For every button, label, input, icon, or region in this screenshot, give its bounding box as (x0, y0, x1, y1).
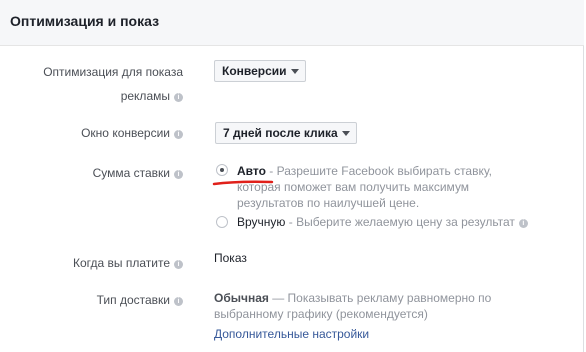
conversion-window-dropdown[interactable]: 7 дней после клика (215, 122, 357, 144)
section-title: Оптимизация и показ (10, 13, 160, 29)
bid-manual-option[interactable]: Вручную - Выберите желаемую цену за резу… (237, 214, 567, 230)
info-icon[interactable]: i (174, 93, 183, 102)
optimization-dropdown[interactable]: Конверсии (214, 60, 306, 82)
info-icon[interactable]: i (174, 170, 183, 179)
chevron-down-icon (290, 69, 299, 74)
delivery-value-title: Обычная (214, 291, 269, 305)
billing-label-text: Когда вы платите (73, 256, 170, 270)
delivery-label: Тип доставки i (97, 289, 183, 311)
more-settings-link[interactable]: Дополнительные настройки (214, 326, 369, 342)
billing-label: Когда вы платите i (73, 252, 183, 274)
info-icon[interactable]: i (174, 260, 183, 269)
bid-auto-option[interactable]: Авто - Разрешите Facebook выбирать ставк… (237, 163, 537, 211)
bid-manual-title: Вручную (237, 215, 286, 229)
bid-auto-radio[interactable] (216, 164, 228, 176)
optimization-delivery-panel: Оптимизация и показ Оптимизация для пока… (0, 0, 584, 352)
optimization-label-line1: Оптимизация для показа (43, 65, 183, 79)
bid-manual-radio[interactable] (216, 216, 228, 228)
bid-auto-description: - Разрешите Facebook выбирать ставку, ко… (237, 164, 492, 210)
optimization-dropdown-value: Конверсии (222, 64, 287, 78)
optimization-label: Оптимизация для показа рекламы i (43, 60, 183, 108)
info-icon[interactable]: i (174, 130, 183, 139)
bid-amount-label-text: Сумма ставки (92, 166, 170, 180)
optimization-label-line2: рекламы (120, 89, 170, 103)
bid-manual-description: - Выберите желаемую цену за результат (285, 215, 515, 229)
info-icon[interactable]: i (518, 219, 528, 228)
bid-auto-title: Авто (237, 164, 266, 178)
annotation-underline (212, 180, 274, 186)
info-icon[interactable]: i (174, 297, 183, 306)
delivery-value: Обычная — Показывать рекламу равномерно … (214, 290, 514, 322)
conversion-window-label-text: Окно конверсии (81, 126, 170, 140)
conversion-window-dropdown-value: 7 дней после клика (223, 126, 338, 140)
billing-value: Показ (214, 251, 247, 265)
conversion-window-label: Окно конверсии i (81, 122, 183, 144)
chevron-down-icon (341, 131, 350, 136)
delivery-label-text: Тип доставки (96, 293, 170, 307)
panel-header: Оптимизация и показ (0, 0, 584, 46)
bid-amount-label: Сумма ставки i (93, 162, 183, 184)
